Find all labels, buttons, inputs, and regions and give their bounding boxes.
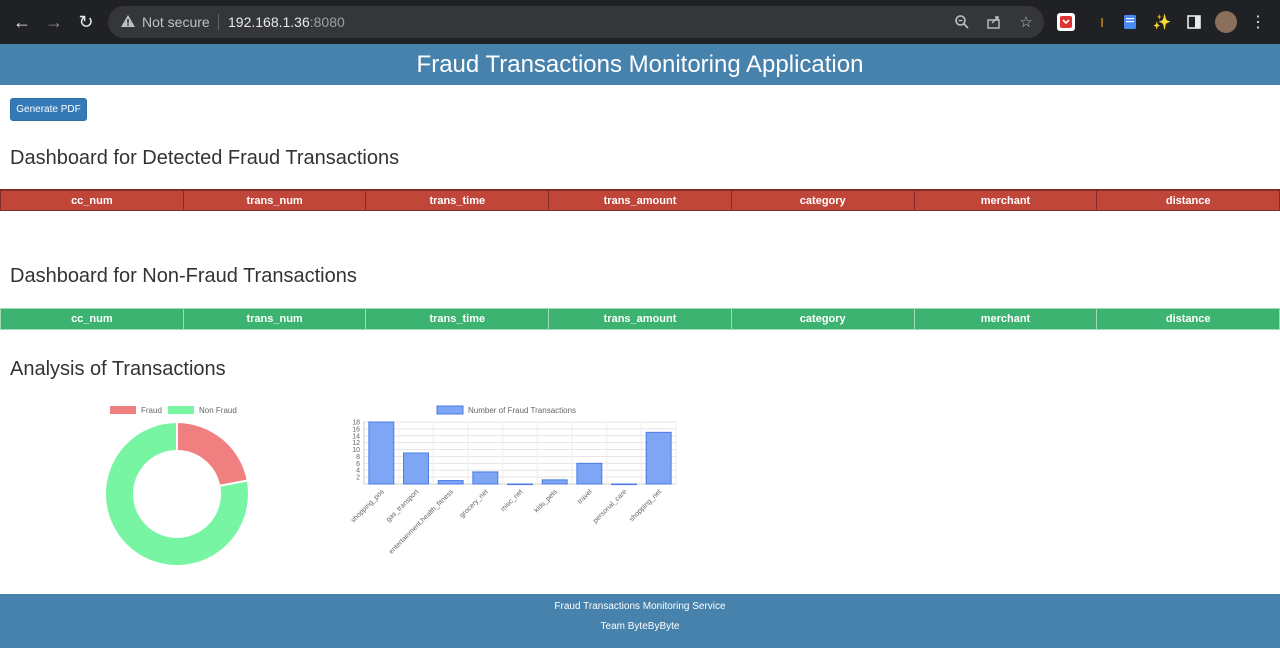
bar[interactable]	[507, 483, 533, 486]
bar[interactable]	[472, 471, 499, 485]
url-text[interactable]: 192.168.1.36:8080	[228, 14, 345, 30]
column-header: distance	[1097, 190, 1280, 211]
generate-pdf-button[interactable]: Generate PDF	[10, 98, 87, 121]
legend-label[interactable]: Non Fraud	[199, 406, 237, 415]
column-header: merchant	[914, 190, 1098, 211]
url-port: :8080	[309, 14, 345, 30]
doughnut-chart: Fraud Non Fraud	[104, 406, 250, 567]
column-header: trans_time	[366, 308, 550, 330]
bar-chart: Number of Fraud Transactions 246810121416…	[350, 405, 677, 556]
legend-swatch[interactable]	[436, 405, 464, 415]
x-tick-label: grocery_net	[459, 488, 490, 519]
browser-toolbar: ← → ↻ Not secure 192.168.1.36:8080 ☆ I ✨…	[0, 0, 1280, 44]
zoom-icon[interactable]	[952, 12, 972, 32]
column-header: trans_num	[183, 190, 367, 211]
bar[interactable]	[368, 421, 395, 485]
avatar[interactable]	[1215, 11, 1237, 33]
x-tick-label: entertainment,health_fitness	[388, 488, 455, 555]
y-tick-label: 6	[356, 461, 360, 468]
footer-team-name: Team ByteByByte	[600, 621, 680, 632]
x-tick-label: gas_transport	[385, 488, 420, 523]
extension-docs-icon[interactable]	[1121, 13, 1139, 31]
fraud-section-title: Dashboard for Detected Fraud Transaction…	[10, 147, 400, 169]
column-header: trans_time	[366, 190, 550, 211]
bar[interactable]	[403, 452, 429, 485]
address-bar[interactable]: Not secure 192.168.1.36:8080 ☆	[108, 6, 1044, 38]
y-tick-label: 4	[356, 468, 360, 475]
divider	[218, 14, 219, 30]
extension-cursor-icon[interactable]: I	[1093, 13, 1111, 31]
back-icon[interactable]: ←	[8, 8, 36, 36]
forward-icon[interactable]: →	[40, 8, 68, 36]
x-tick-label: personal_care	[592, 488, 628, 524]
column-header: cc_num	[0, 190, 184, 211]
column-header: trans_amount	[549, 190, 732, 211]
column-header: trans_amount	[549, 308, 732, 330]
url-host: 192.168.1.36	[228, 14, 310, 30]
extension-pocket-icon[interactable]	[1057, 13, 1075, 31]
doughnut-slice[interactable]	[176, 420, 249, 488]
x-tick-label: misc_net	[500, 488, 525, 513]
y-tick-label: 14	[352, 433, 360, 440]
footer: Fraud Transactions Monitoring Service Te…	[0, 594, 1280, 648]
bar[interactable]	[611, 483, 637, 486]
y-tick-label: 16	[352, 426, 360, 433]
footer-service-name: Fraud Transactions Monitoring Service	[554, 601, 726, 612]
bookmark-star-icon[interactable]: ☆	[1016, 12, 1036, 32]
nonfraud-table-header: cc_num trans_num trans_time trans_amount…	[0, 308, 1280, 330]
column-header: cc_num	[0, 308, 184, 330]
column-header: distance	[1097, 308, 1280, 330]
y-tick-label: 8	[356, 454, 360, 461]
legend-label[interactable]: Number of Fraud Transactions	[468, 406, 576, 415]
bar[interactable]	[645, 431, 672, 485]
x-tick-label: shopping_pos	[350, 488, 386, 524]
bar[interactable]	[576, 462, 603, 485]
column-header: trans_num	[183, 308, 367, 330]
page-title: Fraud Transactions Monitoring Applicatio…	[0, 44, 1280, 85]
analysis-section-title: Analysis of Transactions	[10, 358, 226, 380]
fraud-table-header: cc_num trans_num trans_time trans_amount…	[0, 189, 1280, 211]
y-tick-label: 10	[352, 447, 360, 454]
x-tick-label: travel	[577, 488, 594, 505]
menu-dots-icon[interactable]: ⋮	[1249, 13, 1267, 31]
security-label[interactable]: Not secure	[142, 14, 210, 30]
y-tick-label: 12	[352, 440, 360, 447]
warning-icon[interactable]	[120, 13, 136, 29]
nonfraud-section-title: Dashboard for Non-Fraud Transactions	[10, 265, 357, 287]
share-icon[interactable]	[984, 12, 1004, 32]
x-tick-label: kids_pets	[533, 488, 559, 514]
bar[interactable]	[541, 479, 568, 485]
bar[interactable]	[437, 480, 464, 485]
extensions-puzzle-icon[interactable]: ✨	[1153, 13, 1172, 31]
column-header: merchant	[914, 308, 1098, 330]
y-tick-label: 18	[352, 420, 360, 427]
legend-label[interactable]: Fraud	[141, 406, 162, 415]
x-tick-label: shopping_net	[628, 488, 663, 523]
column-header: category	[731, 308, 915, 330]
y-tick-label: 2	[356, 475, 360, 482]
reload-icon[interactable]: ↻	[72, 8, 100, 36]
column-header: category	[731, 190, 915, 211]
legend-swatch[interactable]	[110, 406, 136, 414]
side-panel-icon[interactable]	[1185, 13, 1203, 31]
legend-swatch[interactable]	[168, 406, 194, 414]
